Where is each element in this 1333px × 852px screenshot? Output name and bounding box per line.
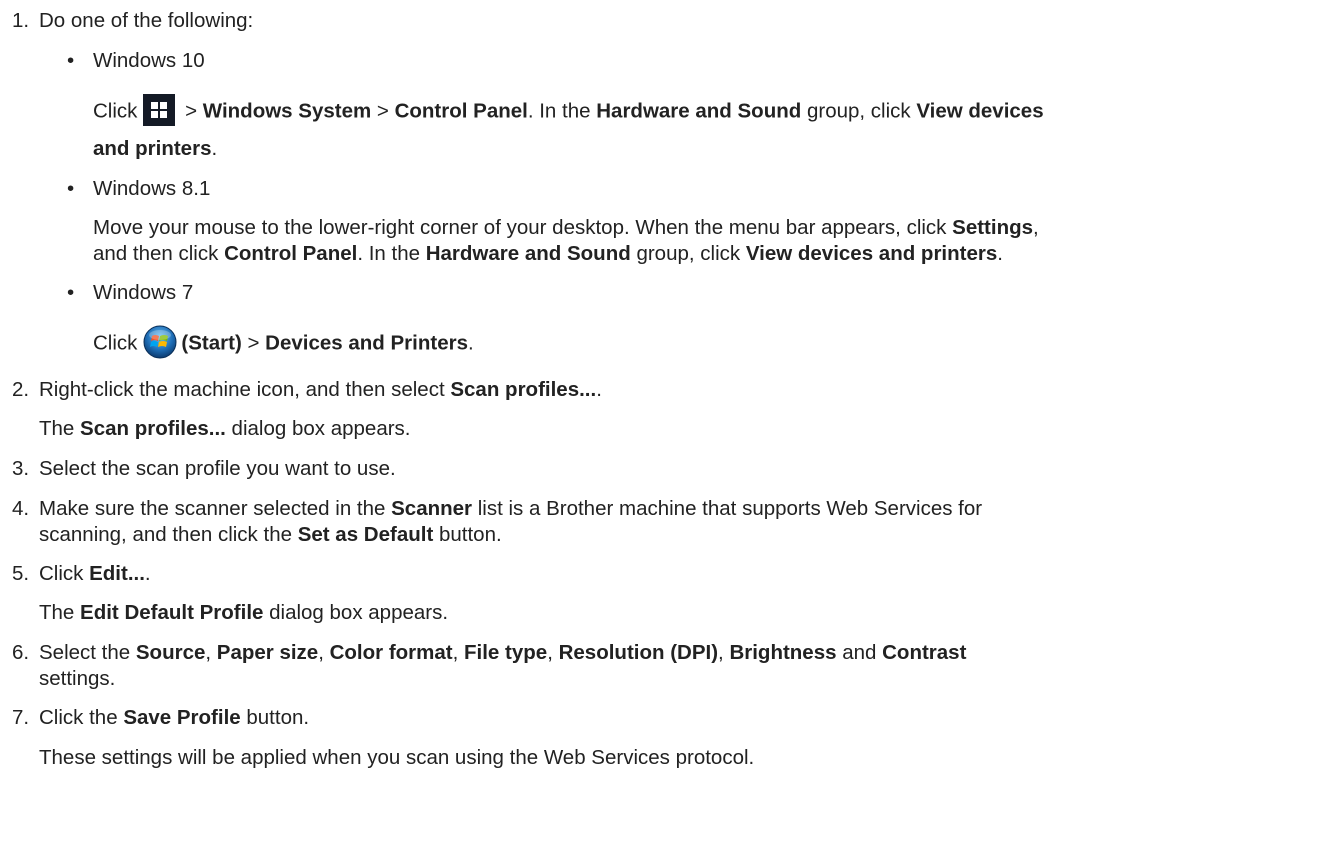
- step-4-scanner: Scanner: [391, 497, 473, 520]
- step-6-color-format: Color format: [329, 641, 453, 664]
- step-6-sep-3: ,: [452, 641, 465, 664]
- win81-line1-text: Move your mouse to the lower-right corne…: [93, 216, 953, 239]
- windows-10-start-icon: [143, 94, 176, 126]
- step-6-contrast: Contrast: [882, 641, 967, 664]
- step-6-paper-size: Paper size: [216, 641, 319, 664]
- win10-end-period: .: [211, 137, 218, 160]
- windows-7-label: Windows 7: [93, 281, 194, 304]
- win81-group-click-text: group, click: [630, 242, 746, 265]
- step-5-text: Click Edit....: [39, 562, 151, 586]
- step-4-line-1: Make sure the scanner selected in the Sc…: [39, 497, 982, 521]
- step-7-text: Click the Save Profile button.: [39, 706, 309, 730]
- win10-mid-text: . In the: [527, 99, 597, 123]
- step-6-sep-5: ,: [718, 641, 730, 664]
- step-2-note-post: dialog box appears.: [225, 417, 411, 440]
- win10-windows-system: Windows System: [202, 99, 372, 123]
- step-6-brightness: Brightness: [729, 641, 837, 664]
- step-5-note: The Edit Default Profile dialog box appe…: [39, 601, 448, 625]
- win81-line2-text: and then click: [93, 242, 225, 265]
- win7-separator: >: [241, 331, 266, 355]
- step-6-resolution: Resolution (DPI): [558, 641, 719, 664]
- win10-click-text: Click: [93, 99, 138, 123]
- win10-group-click-text: group, click: [801, 99, 917, 123]
- win81-end-period: .: [997, 242, 1003, 265]
- step-5-pre: Click: [39, 562, 90, 585]
- windows-10-instructions-line-2: and printers.: [93, 137, 217, 161]
- step-5-edit: Edit...: [89, 562, 145, 585]
- win10-control-panel: Control Panel: [394, 99, 528, 123]
- step-5-number: 5.: [12, 562, 30, 585]
- win81-line1-comma: ,: [1033, 216, 1039, 239]
- step-4-l2-post: button.: [433, 523, 502, 546]
- windows-10-instructions-line-1: Click > Windows System > Control Panel. …: [93, 94, 1044, 128]
- step-2-text: Right-click the machine icon, and then s…: [39, 378, 602, 402]
- win81-hardware-and-sound: Hardware and Sound: [425, 242, 631, 265]
- step-6-sep-2: ,: [318, 641, 330, 664]
- step-5-note-pre: The: [39, 601, 81, 624]
- win10-hardware-and-sound: Hardware and Sound: [596, 99, 802, 123]
- win7-devices-and-printers: Devices and Printers: [265, 331, 468, 355]
- bullet-windows-7: •: [67, 281, 75, 304]
- win10-separator-2: >: [371, 99, 395, 123]
- step-4-line-2: scanning, and then click the Set as Defa…: [39, 523, 502, 547]
- step-2-number: 2.: [12, 378, 30, 401]
- step-7-post: button.: [240, 706, 310, 729]
- step-6-number: 6.: [12, 641, 30, 664]
- step-5-post: .: [144, 562, 151, 585]
- bullet-windows-8-1: •: [67, 177, 75, 200]
- step-2-note: The Scan profiles... dialog box appears.: [39, 417, 411, 441]
- step-4-l1-post: list is a Brother machine that supports …: [472, 497, 983, 520]
- win81-view-devices-and-printers: View devices and printers: [745, 242, 998, 265]
- step-2-pre: Right-click the machine icon, and then s…: [39, 378, 451, 401]
- step-5-note-post: dialog box appears.: [263, 601, 449, 624]
- win81-mid-text: . In the: [357, 242, 426, 265]
- step-6-pre: Select the: [39, 641, 136, 664]
- windows-8-1-instructions-line-1: Move your mouse to the lower-right corne…: [93, 216, 1039, 240]
- step-4-set-as-default: Set as Default: [297, 523, 434, 546]
- step-6-file-type: File type: [464, 641, 548, 664]
- step-3-text: Select the scan profile you want to use.: [39, 457, 396, 480]
- win7-click-text: Click: [93, 331, 138, 355]
- windows-8-1-label: Windows 8.1: [93, 177, 211, 200]
- windows-7-start-orb-icon: [143, 325, 177, 359]
- windows-10-label: Windows 10: [93, 49, 205, 72]
- step-7-pre: Click the: [39, 706, 124, 729]
- win7-start: (Start): [181, 331, 242, 355]
- windows-8-1-instructions-line-2: and then click Control Panel. In the Har…: [93, 242, 1003, 266]
- windows-7-instructions: Click (Start) > Devices and Printers.: [93, 325, 474, 361]
- step-2-scan-profiles: Scan profiles...: [450, 378, 597, 401]
- step-1-number: 1.: [12, 9, 30, 32]
- step-4-l1-pre: Make sure the scanner selected in the: [39, 497, 392, 520]
- step-2-note-pre: The: [39, 417, 81, 440]
- step-7-number: 7.: [12, 706, 30, 729]
- win10-and-printers: and printers: [93, 137, 212, 160]
- step-7-save-profile: Save Profile: [123, 706, 241, 729]
- step-6-sep-1: ,: [205, 641, 217, 664]
- win10-view-devices: View devices: [916, 99, 1044, 123]
- step-7-note: These settings will be applied when you …: [39, 746, 755, 769]
- step-3-number: 3.: [12, 457, 30, 480]
- step-6-sep-6: and: [836, 641, 883, 664]
- win81-control-panel: Control Panel: [224, 242, 358, 265]
- step-1-text: Do one of the following:: [39, 9, 254, 32]
- step-4-l2-pre: scanning, and then click the: [39, 523, 298, 546]
- step-6-source: Source: [135, 641, 206, 664]
- step-6-line-1: Select the Source, Paper size, Color for…: [39, 641, 966, 665]
- step-2-post: .: [596, 378, 602, 401]
- step-2-note-scan-profiles: Scan profiles...: [80, 417, 226, 440]
- step-6-sep-4: ,: [547, 641, 559, 664]
- step-5-note-edit-default-profile: Edit Default Profile: [80, 601, 264, 624]
- bullet-windows-10: •: [67, 49, 75, 72]
- step-6-line-2: settings.: [39, 667, 116, 690]
- step-4-number: 4.: [12, 497, 30, 520]
- win81-settings: Settings: [952, 216, 1034, 239]
- win10-separator-1: >: [179, 99, 203, 123]
- win7-end-period: .: [467, 331, 474, 355]
